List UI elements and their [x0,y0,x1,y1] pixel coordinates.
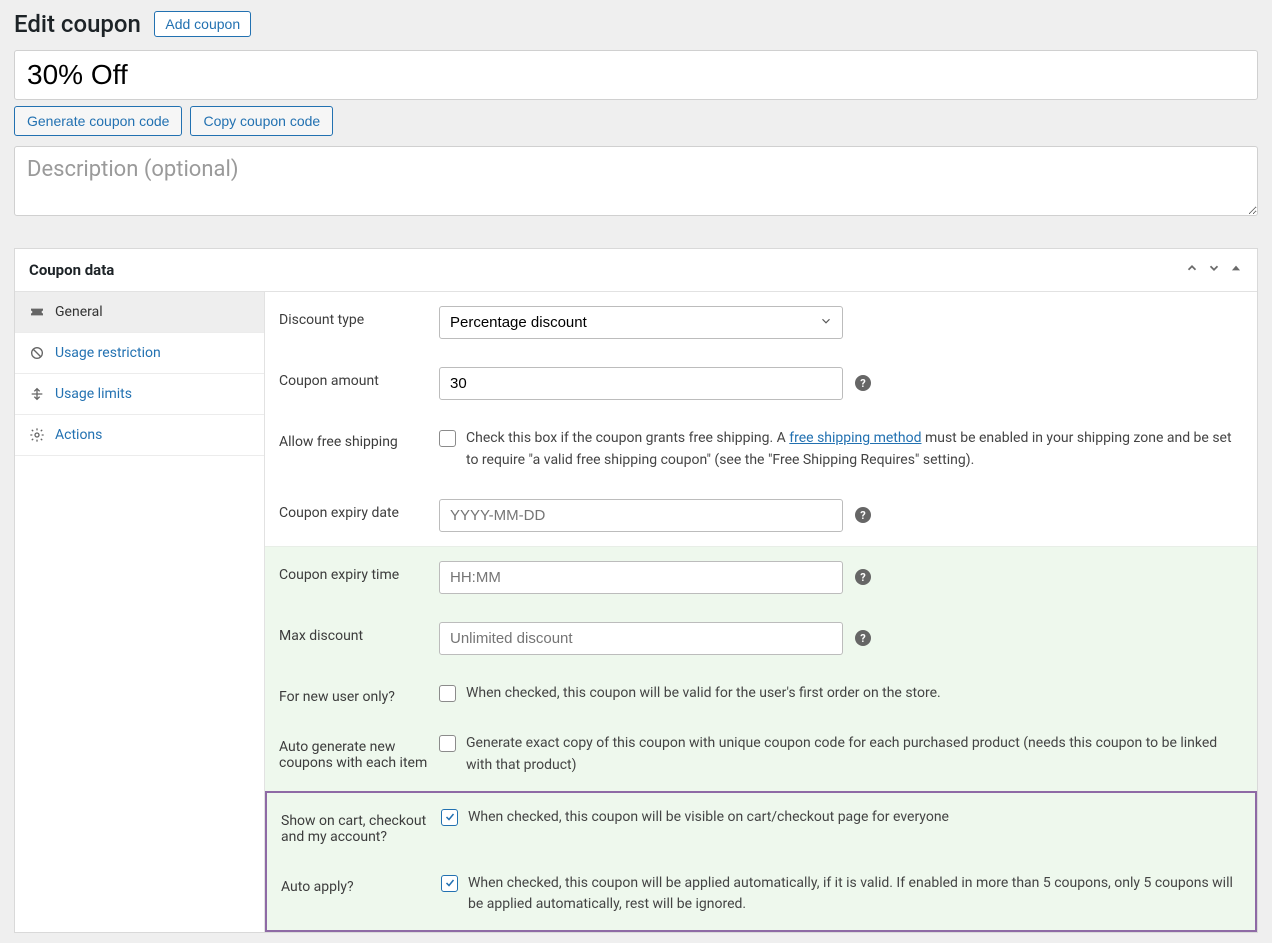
new-user-checkbox[interactable] [439,685,456,702]
discount-type-select[interactable] [439,306,843,339]
help-icon[interactable]: ? [855,630,871,646]
add-coupon-button[interactable]: Add coupon [154,11,251,37]
coupon-title-input[interactable] [14,50,1258,100]
label-auto-generate: Auto generate new coupons with each item [279,733,429,771]
label-expiry-date: Coupon expiry date [279,499,429,521]
tab-actions[interactable]: Actions [15,415,264,456]
label-expiry-time: Coupon expiry time [279,561,429,583]
tab-content-general: Discount type Coupon amount ? Allow free… [265,292,1257,932]
toggle-triangle-icon[interactable] [1229,261,1243,279]
ban-icon [29,345,45,361]
max-discount-input[interactable] [439,622,843,655]
tab-label: General [55,304,103,320]
help-icon[interactable]: ? [855,375,871,391]
panel-title: Coupon data [29,261,114,279]
generate-code-button[interactable]: Generate coupon code [14,106,182,136]
tab-label: Actions [55,427,102,443]
collapse-down-icon[interactable] [1207,261,1221,279]
help-icon[interactable]: ? [855,507,871,523]
ticket-icon [29,304,45,320]
page-title: Edit coupon [14,10,141,38]
free-shipping-text: Check this box if the coupon grants free… [466,428,1243,471]
label-free-shipping: Allow free shipping [279,428,429,450]
coupon-amount-input[interactable] [439,367,843,400]
move-icon [29,386,45,402]
show-on-cart-checkbox[interactable] [441,809,458,826]
tab-usage-limits[interactable]: Usage limits [15,374,264,415]
tab-label: Usage limits [55,386,132,402]
new-user-text: When checked, this coupon will be valid … [466,683,941,705]
label-show-on-cart: Show on cart, checkout and my account? [281,807,431,845]
tab-label: Usage restriction [55,345,161,361]
description-textarea[interactable] [14,146,1258,216]
auto-generate-text: Generate exact copy of this coupon with … [466,733,1243,776]
free-shipping-link[interactable]: free shipping method [789,430,921,446]
label-new-user: For new user only? [279,683,429,705]
label-discount-type: Discount type [279,306,429,328]
coupon-data-panel: Coupon data General Usage restriction Us… [14,248,1258,933]
auto-apply-checkbox[interactable] [441,875,458,892]
tab-general[interactable]: General [15,292,264,333]
free-shipping-checkbox[interactable] [439,430,456,447]
gear-icon [29,427,45,443]
auto-generate-checkbox[interactable] [439,735,456,752]
expiry-time-input[interactable] [439,561,843,594]
label-auto-apply: Auto apply? [281,873,431,895]
copy-code-button[interactable]: Copy coupon code [190,106,333,136]
side-tabs: General Usage restriction Usage limits A… [15,292,265,932]
label-max-discount: Max discount [279,622,429,644]
collapse-up-icon[interactable] [1185,261,1199,279]
label-coupon-amount: Coupon amount [279,367,429,389]
show-on-cart-text: When checked, this coupon will be visibl… [468,807,949,829]
tab-usage-restriction[interactable]: Usage restriction [15,333,264,374]
help-icon[interactable]: ? [855,569,871,585]
expiry-date-input[interactable] [439,499,843,532]
auto-apply-text: When checked, this coupon will be applie… [468,873,1241,916]
